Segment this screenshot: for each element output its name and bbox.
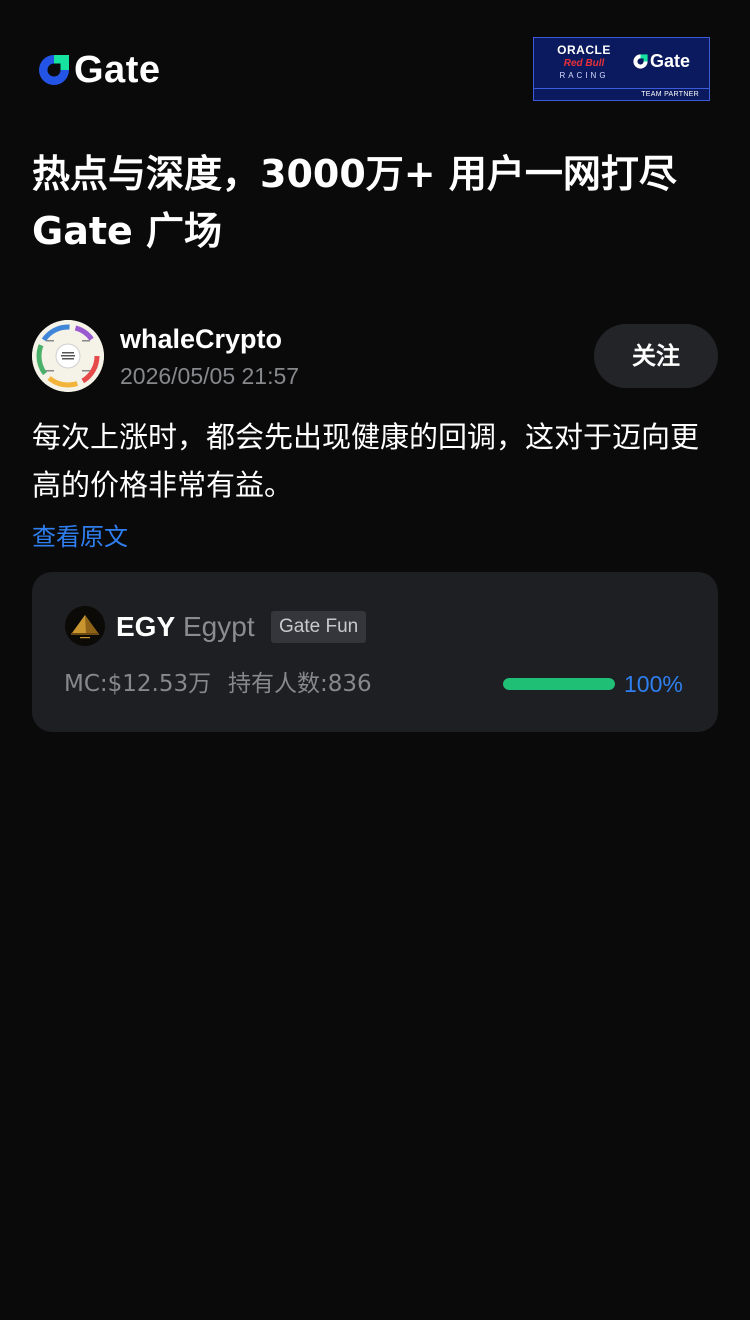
racing-text: RACING — [559, 71, 609, 80]
bonding-progress-fill — [503, 678, 615, 690]
post-timestamp: 2026/05/05 21:57 — [120, 363, 300, 389]
gate-logo-icon — [39, 55, 69, 85]
team-partner-label: TEAM PARTNER — [534, 88, 709, 100]
market-cap: MC:$12.53万 — [64, 671, 212, 697]
bonding-progress-bar — [503, 678, 615, 690]
gate-logo[interactable]: Gate — [36, 50, 160, 90]
avatar-image — [32, 320, 104, 392]
partner-gate-logo: Gate — [632, 50, 690, 72]
post-body-text: 每次上涨时，都会先出现健康的回调，这对于迈向更高的价格非常有益。 — [32, 420, 700, 502]
token-name: Egypt — [183, 611, 255, 642]
token-card[interactable]: EGY Egypt Gate Fun MC:$12.53万 持有人数:836 1… — [32, 572, 718, 732]
oracle-redbull-racing-logo: ORACLE Red Bull RACING — [542, 44, 626, 90]
partner-gate-text: Gate — [650, 51, 691, 71]
egypt-pyramid-icon — [65, 606, 105, 646]
token-symbol: EGY — [116, 611, 176, 642]
pyramid-icon — [65, 606, 105, 646]
holder-count: 持有人数:836 — [228, 671, 372, 697]
bonding-progress-percent: 100% — [624, 671, 683, 697]
author-name[interactable]: whaleCrypto — [120, 322, 282, 356]
oracle-text: ORACLE — [557, 43, 611, 57]
page-headline: 热点与深度，3000万+ 用户一网打尽 Gate 广场 — [32, 152, 677, 253]
app-header: Gate ORACLE Red Bull RACING Gate TEAM PA… — [0, 0, 750, 140]
logo-text: Gate — [74, 49, 161, 91]
gate-fun-badge: Gate Fun — [271, 611, 367, 643]
gate-logo-icon-small — [633, 53, 648, 69]
redbull-partner-badge[interactable]: ORACLE Red Bull RACING Gate TEAM PARTNER — [533, 37, 710, 101]
follow-button[interactable]: 关注 — [594, 324, 718, 388]
author-avatar[interactable] — [32, 320, 104, 392]
view-original-link[interactable]: 查看原文 — [32, 518, 128, 556]
redbull-text: Red Bull — [563, 58, 605, 69]
